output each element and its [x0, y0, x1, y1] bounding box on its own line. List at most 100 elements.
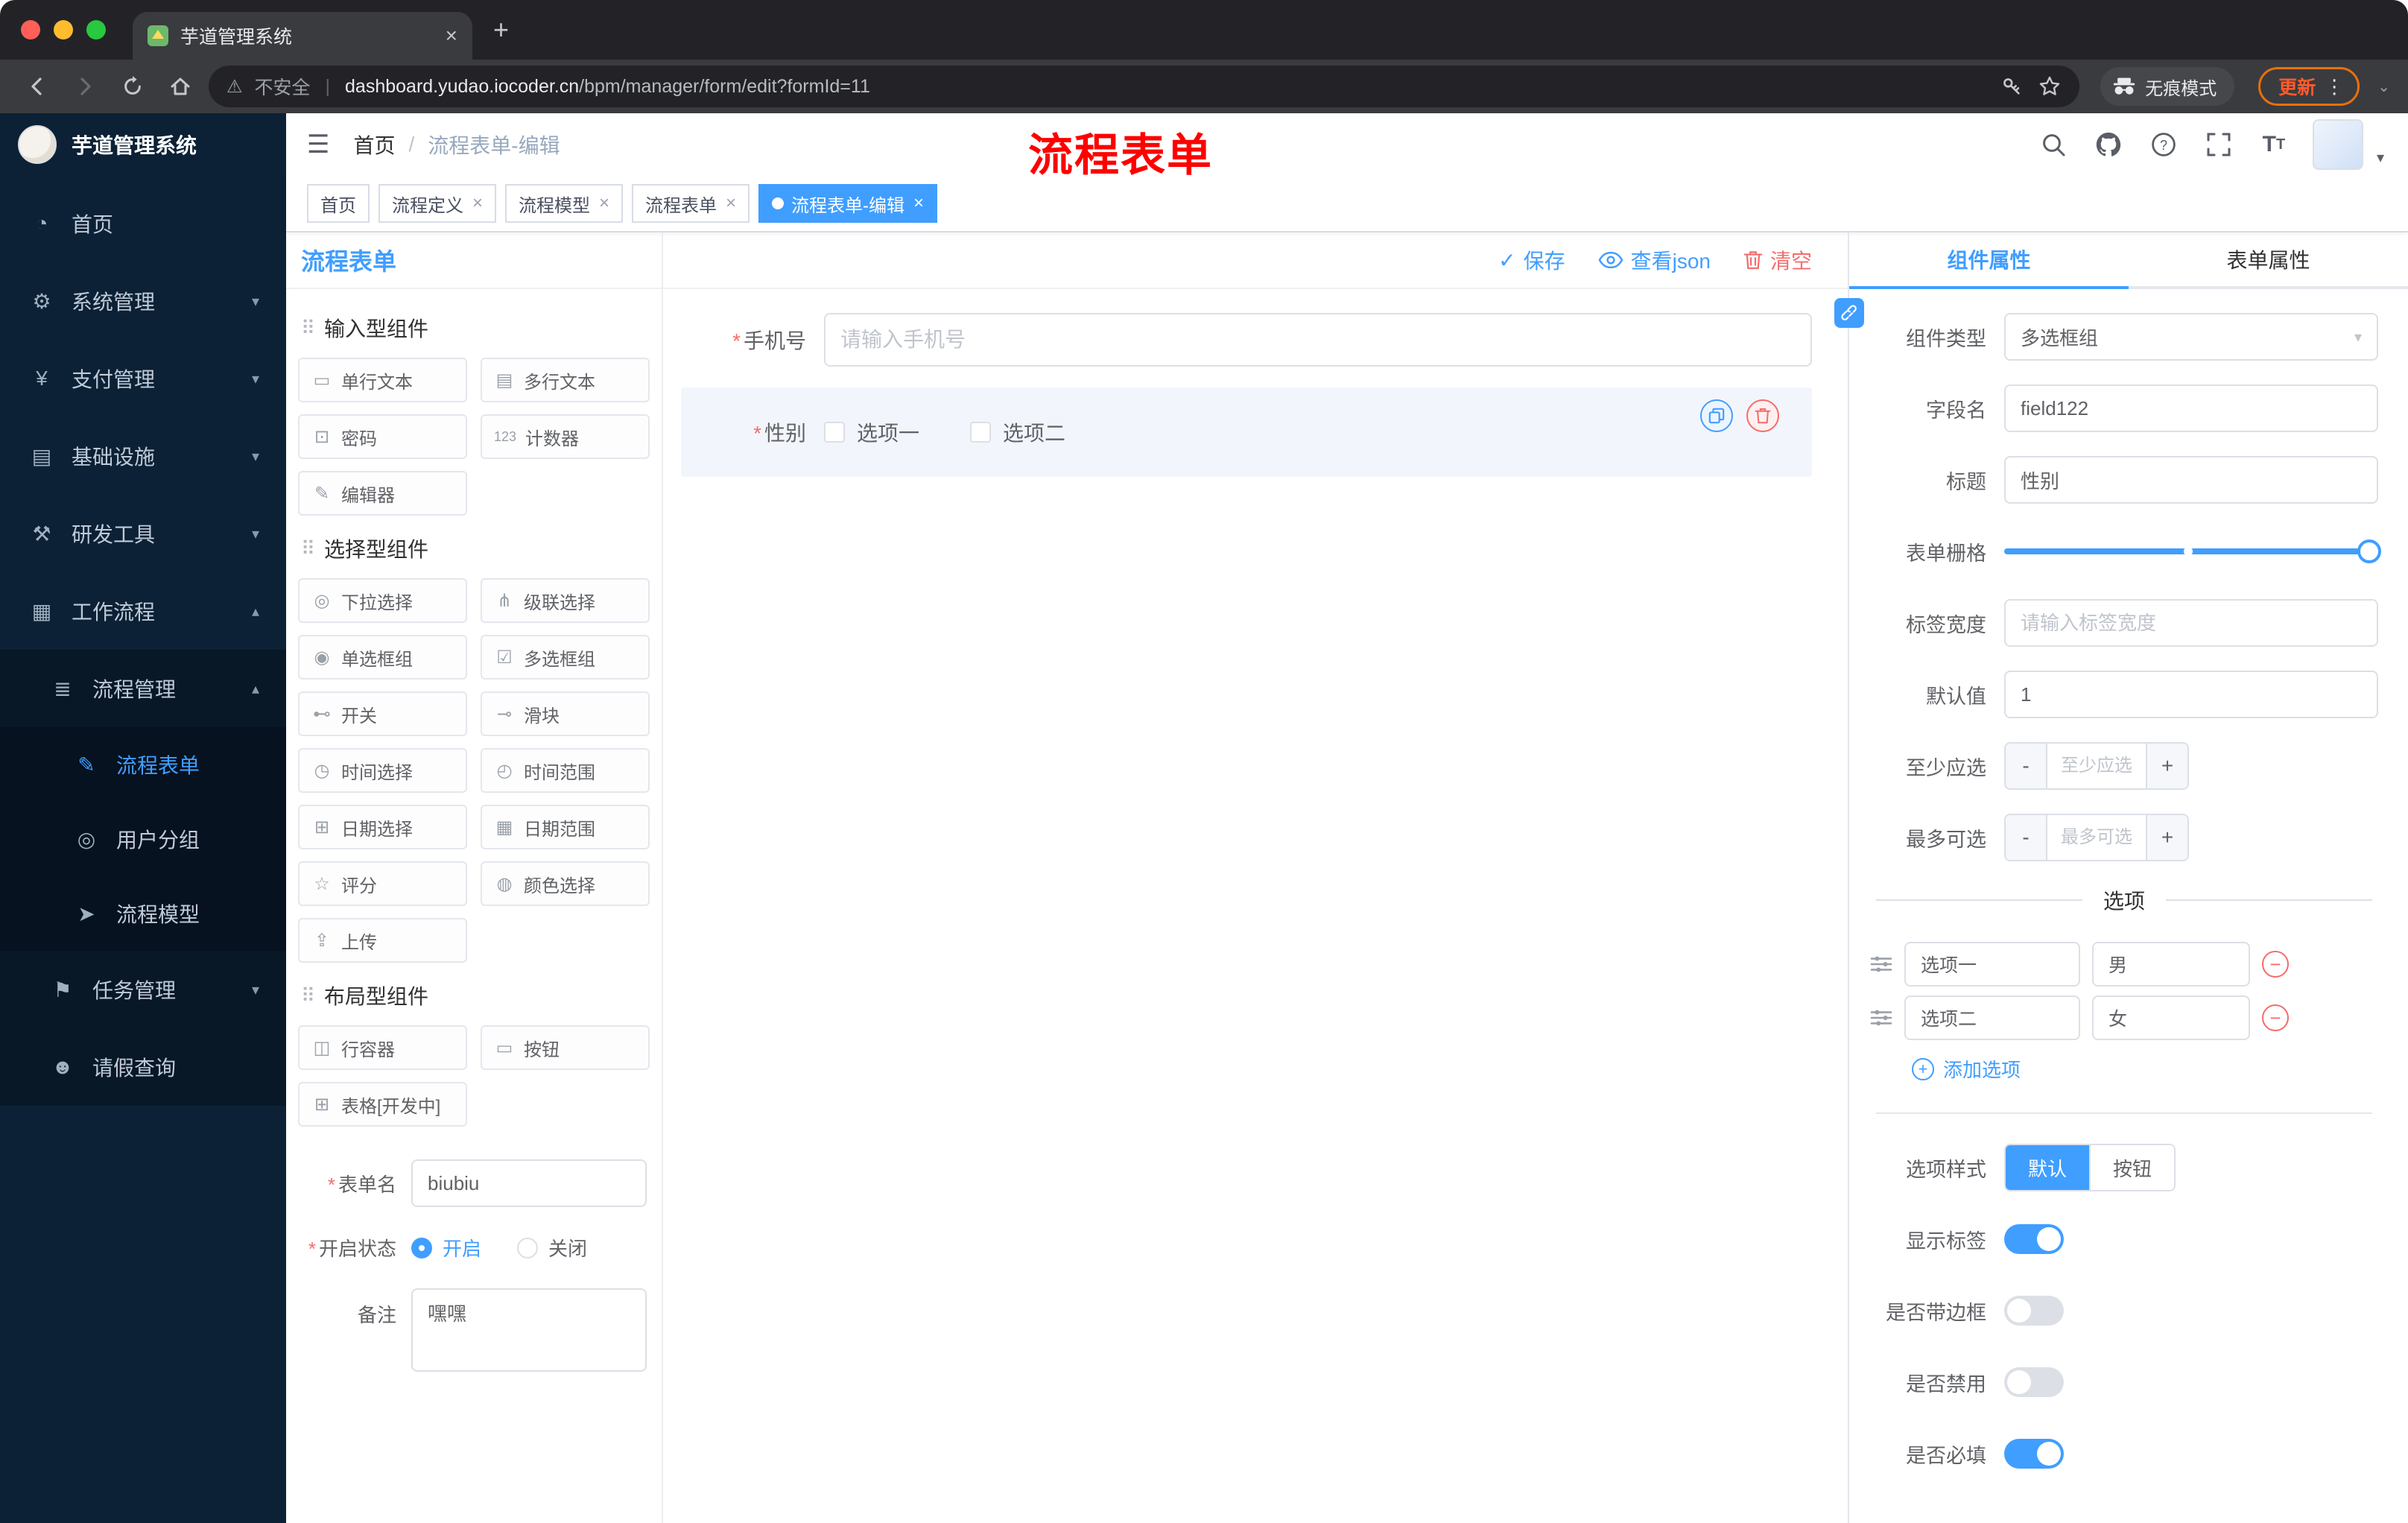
- style-default-button[interactable]: 默认: [2006, 1145, 2090, 1190]
- palette-item-button[interactable]: ▭ 按钮: [481, 1025, 650, 1070]
- option-label-input[interactable]: [1904, 942, 2080, 987]
- checkbox-box[interactable]: [970, 422, 992, 443]
- palette-item-row-container[interactable]: ◫ 行容器: [298, 1025, 467, 1070]
- sidebar-item-leave-query[interactable]: ☻ 请假查询: [0, 1028, 286, 1106]
- search-icon[interactable]: [2037, 128, 2070, 161]
- palette-item-upload[interactable]: ⇪ 上传: [298, 918, 467, 963]
- browser-update-button[interactable]: 更新 ⋮: [2258, 67, 2360, 106]
- palette-item-table[interactable]: ⊞ 表格[开发中]: [298, 1082, 467, 1127]
- palette-item-time-range[interactable]: ◴ 时间范围: [481, 748, 650, 793]
- phone-input[interactable]: [824, 313, 1812, 367]
- option-value-input[interactable]: [2092, 995, 2250, 1040]
- palette-item-radio-group[interactable]: ◉ 单选框组: [298, 635, 467, 680]
- save-button[interactable]: ✓ 保存: [1498, 245, 1565, 275]
- radio-open[interactable]: 开启: [411, 1234, 481, 1261]
- sidebar-item-infrastructure[interactable]: ▤ 基础设施 ▾: [0, 417, 286, 495]
- breadcrumb-home[interactable]: 首页: [353, 130, 395, 159]
- palette-item-color-picker[interactable]: ◍ 颜色选择: [481, 861, 650, 906]
- palette-item-password[interactable]: ⊡ 密码: [298, 414, 467, 459]
- checkbox-box[interactable]: [824, 422, 845, 443]
- tag-close-icon[interactable]: ×: [913, 193, 924, 214]
- window-zoom-button[interactable]: [86, 20, 106, 39]
- tab-component-props[interactable]: 组件属性: [1849, 232, 2129, 289]
- sidebar-item-system[interactable]: ⚙ 系统管理 ▾: [0, 262, 286, 340]
- sidebar-item-process-management[interactable]: ≣ 流程管理 ▴: [0, 650, 286, 727]
- sidebar-logo[interactable]: 芋道管理系统: [0, 113, 286, 176]
- increase-button[interactable]: +: [2146, 815, 2187, 860]
- max-select-input[interactable]: [2047, 815, 2146, 860]
- home-icon[interactable]: [161, 67, 200, 106]
- remove-option-button[interactable]: −: [2262, 1004, 2289, 1031]
- palette-item-cascader[interactable]: ⋔ 级联选择: [481, 578, 650, 623]
- border-toggle[interactable]: [2004, 1296, 2064, 1326]
- canvas-body[interactable]: *手机号 *性别 选项一 选项二: [663, 289, 1848, 1523]
- field-name-input[interactable]: [2004, 384, 2378, 432]
- copy-component-button[interactable]: [1700, 399, 1733, 432]
- new-tab-button[interactable]: +: [493, 14, 509, 45]
- tag-process-form-edit[interactable]: 流程表单-编辑 ×: [758, 184, 938, 223]
- disabled-toggle[interactable]: [2004, 1367, 2064, 1397]
- style-button-button[interactable]: 按钮: [2089, 1145, 2175, 1190]
- sidebar-item-payment[interactable]: ¥ 支付管理 ▾: [0, 340, 286, 417]
- avatar-caret-icon[interactable]: ▾: [2377, 148, 2384, 170]
- radio-closed[interactable]: 关闭: [517, 1234, 587, 1261]
- component-type-select[interactable]: 多选框组 ▾: [2004, 313, 2378, 361]
- sidebar-toggle-icon[interactable]: ☰: [307, 130, 329, 159]
- tag-process-model[interactable]: 流程模型 ×: [505, 184, 624, 223]
- forward-icon[interactable]: [66, 67, 104, 106]
- back-icon[interactable]: [18, 67, 57, 106]
- min-select-input[interactable]: [2047, 744, 2146, 788]
- sidebar-item-home[interactable]: ◔ 首页: [0, 185, 286, 262]
- option-drag-icon[interactable]: [1870, 954, 1892, 974]
- sidebar-item-workflow[interactable]: ▦ 工作流程 ▴: [0, 572, 286, 650]
- label-width-input[interactable]: [2004, 599, 2378, 647]
- option-label-input[interactable]: [1904, 995, 2080, 1040]
- help-icon[interactable]: ?: [2147, 128, 2180, 161]
- window-minimize-button[interactable]: [54, 20, 73, 39]
- field-phone[interactable]: * 手机号: [681, 313, 1812, 367]
- palette-item-time-picker[interactable]: ◷ 时间选择: [298, 748, 467, 793]
- sidebar-item-task-management[interactable]: ⚑ 任务管理 ▾: [0, 951, 286, 1028]
- delete-component-button[interactable]: [1746, 399, 1779, 432]
- view-json-button[interactable]: 查看json: [1598, 245, 1711, 275]
- tag-close-icon[interactable]: ×: [599, 193, 609, 214]
- github-icon[interactable]: [2092, 128, 2125, 161]
- tag-process-form[interactable]: 流程表单 ×: [632, 184, 750, 223]
- browser-menu-icon[interactable]: ⋮: [2325, 75, 2345, 98]
- security-label[interactable]: 不安全: [255, 73, 311, 100]
- font-size-icon[interactable]: TT: [2258, 128, 2290, 161]
- palette-item-single-text[interactable]: ▭ 单行文本: [298, 358, 467, 402]
- palette-item-switch[interactable]: ⊷ 开关: [298, 691, 467, 736]
- form-name-input[interactable]: [411, 1159, 647, 1207]
- increase-button[interactable]: +: [2146, 744, 2187, 788]
- sidebar-item-process-form[interactable]: ✎ 流程表单: [0, 727, 286, 802]
- checkbox-option-two[interactable]: 选项二: [970, 417, 1065, 447]
- add-option-button[interactable]: + 添加选项: [1912, 1055, 2378, 1083]
- clear-button[interactable]: 清空: [1743, 245, 1812, 275]
- remove-option-button[interactable]: −: [2262, 951, 2289, 978]
- sidebar-item-devtools[interactable]: ⚒ 研发工具 ▾: [0, 495, 286, 572]
- palette-item-date-range[interactable]: ▦ 日期范围: [481, 805, 650, 849]
- tag-process-definition[interactable]: 流程定义 ×: [378, 184, 497, 223]
- sidebar-item-user-group[interactable]: ◎ 用户分组: [0, 802, 286, 876]
- tab-form-props[interactable]: 表单属性: [2129, 232, 2408, 286]
- palette-item-checkbox-group[interactable]: ☑ 多选框组: [481, 635, 650, 680]
- title-input[interactable]: [2004, 456, 2378, 504]
- checkbox-option-one[interactable]: 选项一: [824, 417, 919, 447]
- avatar[interactable]: [2312, 119, 2363, 170]
- link-badge-icon[interactable]: [1834, 298, 1864, 328]
- form-remark-textarea[interactable]: [411, 1288, 647, 1372]
- palette-item-date-picker[interactable]: ⊞ 日期选择: [298, 805, 467, 849]
- default-value-input[interactable]: [2004, 671, 2378, 718]
- decrease-button[interactable]: -: [2006, 815, 2047, 860]
- tag-close-icon[interactable]: ×: [472, 193, 483, 214]
- palette-item-dropdown[interactable]: ◎ 下拉选择: [298, 578, 467, 623]
- form-grid-slider[interactable]: [2004, 528, 2381, 575]
- tag-close-icon[interactable]: ×: [726, 193, 736, 214]
- tab-close-icon[interactable]: ×: [446, 24, 457, 48]
- fullscreen-icon[interactable]: [2202, 128, 2235, 161]
- browser-tab[interactable]: 芋道管理系统 ×: [133, 12, 472, 60]
- option-value-input[interactable]: [2092, 942, 2250, 987]
- address-bar[interactable]: ⚠ 不安全 | dashboard.yudao.iocoder.cn/bpm/m…: [209, 66, 2080, 107]
- palette-item-slider[interactable]: ⊸ 滑块: [481, 691, 650, 736]
